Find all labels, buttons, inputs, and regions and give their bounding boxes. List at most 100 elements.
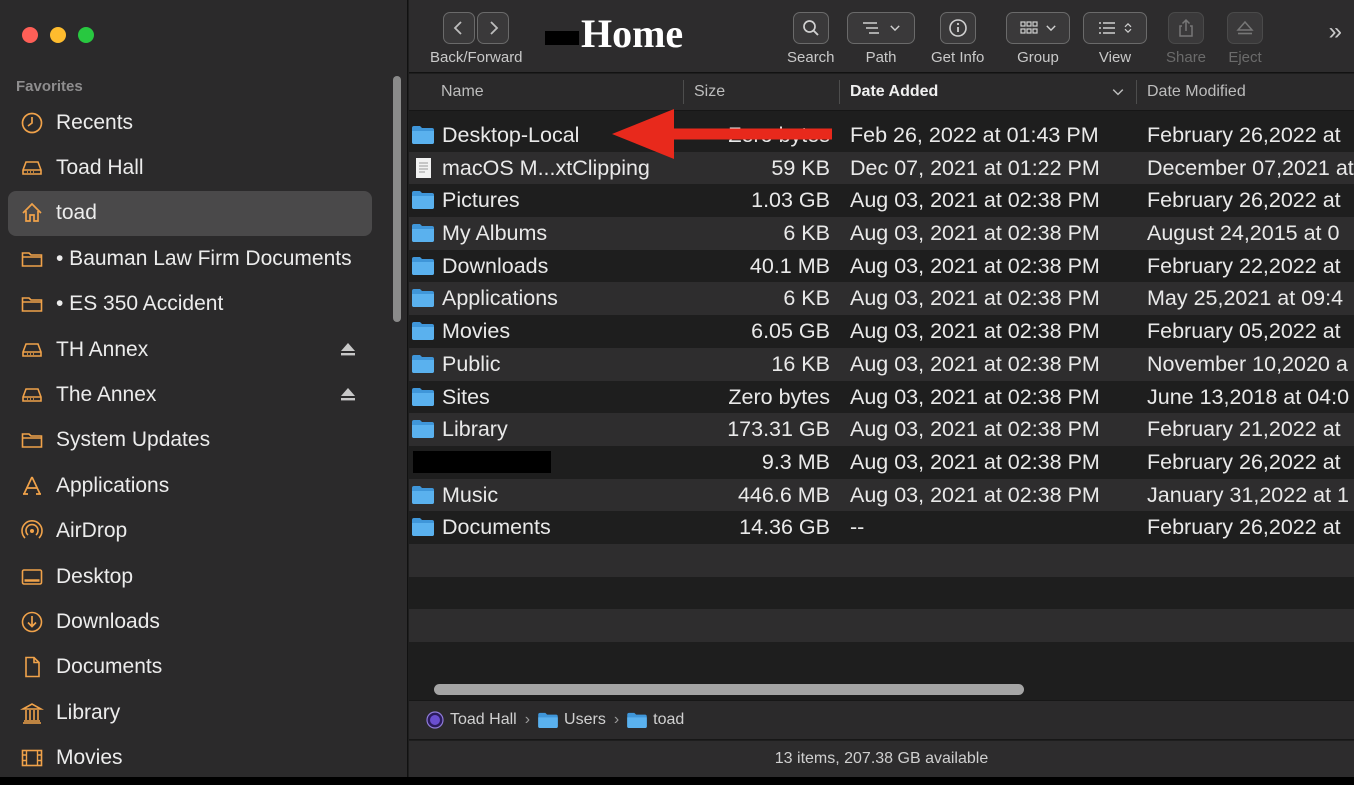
column-header-date-modified[interactable]: Date Modified xyxy=(1147,74,1246,110)
download-icon xyxy=(20,610,44,634)
share-button[interactable] xyxy=(1168,12,1205,44)
folder-icon xyxy=(412,517,434,537)
file-row[interactable]: Desktop-LocalZero bytesFeb 26, 2022 at 0… xyxy=(409,119,1354,152)
share-group: Share xyxy=(1166,12,1206,66)
drive-icon xyxy=(20,338,44,362)
list-view-icon xyxy=(1099,22,1115,34)
window-bottom-edge xyxy=(0,777,1354,785)
sidebar-item-label: Toad Hall xyxy=(56,156,144,180)
file-date-added: -- xyxy=(850,515,865,540)
desktop-icon xyxy=(20,565,44,589)
file-name: Pictures xyxy=(442,188,520,213)
get-info-group: Get Info xyxy=(931,12,984,66)
zoom-window-button[interactable] xyxy=(78,27,94,43)
file-name: Documents xyxy=(442,515,551,540)
sidebar: Favorites Recents Toad Hall toad • Bauman L… xyxy=(0,0,408,785)
file-date-added: Aug 03, 2021 at 02:38 PM xyxy=(850,482,1100,507)
column-divider[interactable] xyxy=(683,80,684,104)
status-text: 13 items, 207.38 GB available xyxy=(774,750,989,767)
file-date-added: Aug 03, 2021 at 02:38 PM xyxy=(850,384,1100,409)
file-date-modified: November 10,2020 a xyxy=(1147,351,1348,376)
path-label: Path xyxy=(865,49,897,66)
column-divider[interactable] xyxy=(1136,80,1137,104)
sidebar-item[interactable]: AirDrop xyxy=(8,509,372,554)
path-segment[interactable]: toad xyxy=(627,711,684,729)
file-row[interactable]: Sites Zero bytes Aug 03, 2021 at 02:38 PM J… xyxy=(409,381,1354,414)
back-button[interactable] xyxy=(443,12,476,44)
get-info-button[interactable] xyxy=(939,12,976,44)
chevron-down-icon xyxy=(1046,25,1056,32)
file-row[interactable]: Public 16 KB Aug 03, 2021 at 02:38 PM Novem… xyxy=(409,347,1354,381)
file-date-added: Aug 03, 2021 at 02:38 PM xyxy=(850,188,1100,213)
sidebar-item[interactable]: • Bauman Law Firm Documents xyxy=(8,236,372,281)
sidebar-item[interactable]: System Updates xyxy=(8,418,372,463)
path-button[interactable] xyxy=(847,12,915,44)
view-button[interactable] xyxy=(1083,12,1147,44)
sort-chevron-down-icon[interactable] xyxy=(1110,74,1126,110)
sidebar-item[interactable]: • ES 350 Accident xyxy=(8,282,372,327)
red-arrow-annotation xyxy=(612,109,832,159)
file-row[interactable]: Library 173.31 GB Aug 03, 2021 at 02:38 PM… xyxy=(409,413,1354,446)
column-header-date-added[interactable]: Date Added xyxy=(850,74,938,110)
minimize-window-button[interactable] xyxy=(50,27,66,43)
file-row[interactable]: Movies 6.05 GB Aug 03, 2021 at 02:38 PM Feb… xyxy=(409,315,1354,348)
column-header-name[interactable]: Name xyxy=(441,74,484,110)
file-row[interactable]: Music 446.6 MB Aug 03, 2021 at 02:38 PM Jan… xyxy=(409,478,1354,512)
sidebar-item[interactable]: Toad Hall xyxy=(8,145,372,190)
path-segment[interactable]: Toad Hall xyxy=(426,711,517,729)
eject-icon xyxy=(1236,20,1254,35)
sidebar-item-label: AirDrop xyxy=(56,519,128,543)
file-size: 40.1 MB xyxy=(749,253,830,278)
folder-icon xyxy=(412,485,434,505)
horizontal-scrollbar[interactable] xyxy=(434,684,1024,695)
file-row[interactable]: Downloads 40.1 MB Aug 03, 2021 at 02:38 PM… xyxy=(409,250,1354,283)
status-bar: 13 items, 207.38 GB available xyxy=(409,741,1354,777)
search-group: Search xyxy=(787,12,835,66)
sidebar-item[interactable]: The Annex xyxy=(8,372,372,417)
folder-icon xyxy=(412,321,434,341)
group-button[interactable] xyxy=(1006,12,1070,44)
window-title-area: Home xyxy=(545,10,683,57)
file-date-modified: February 26,2022 at xyxy=(1147,449,1341,474)
file-row[interactable]: 9.3 MB Aug 03, 2021 at 02:38 PM February 2… xyxy=(409,446,1354,479)
file-row[interactable]: macOS M...xtClipping 59 KB Dec 07, 2021 at… xyxy=(409,151,1354,185)
file-row[interactable]: Pictures 1.03 GB Aug 03, 2021 at 02:38 PM F… xyxy=(409,184,1354,217)
file-name: Sites xyxy=(442,384,490,409)
more-toolbar-items-button[interactable]: » xyxy=(1329,18,1342,46)
file-row[interactable]: Documents 14.36 GB -- February 26,2022 at xyxy=(409,511,1354,544)
up-down-chevron-icon xyxy=(1124,22,1132,34)
eject-icon[interactable] xyxy=(340,386,356,402)
text-clipping-icon xyxy=(412,157,434,178)
sidebar-item-label: toad xyxy=(56,201,97,225)
sidebar-item[interactable]: Documents xyxy=(8,645,372,690)
search-button[interactable] xyxy=(792,12,829,44)
file-name: Library xyxy=(442,417,508,442)
sidebar-item[interactable]: toad xyxy=(8,190,372,237)
sidebar-item[interactable]: Desktop xyxy=(8,554,372,599)
sidebar-item[interactable]: TH Annex xyxy=(8,327,372,372)
film-icon xyxy=(20,746,44,770)
grid-icon xyxy=(1020,21,1038,34)
path-segment[interactable]: Users xyxy=(538,711,606,729)
sidebar-item[interactable]: Downloads xyxy=(8,599,372,644)
sidebar-item[interactable]: Movies xyxy=(8,735,372,780)
file-row[interactable]: My Albums 6 KB Aug 03, 2021 at 02:38 PM Aug… xyxy=(409,217,1354,250)
eject-button[interactable] xyxy=(1227,12,1263,44)
column-divider[interactable] xyxy=(839,80,840,104)
column-header-size[interactable]: Size xyxy=(694,74,725,110)
back-forward-label: Back/Forward xyxy=(430,49,523,66)
file-name: Applications xyxy=(442,286,558,311)
applications-icon xyxy=(20,474,44,498)
sidebar-scrollbar[interactable] xyxy=(393,76,401,322)
sidebar-item[interactable]: Applications xyxy=(8,463,372,508)
file-row[interactable]: Applications 6 KB Aug 03, 2021 at 02:38 PM… xyxy=(409,282,1354,316)
file-size: 6.05 GB xyxy=(751,319,830,344)
file-date-modified: December 07,2021 at xyxy=(1147,155,1354,180)
sidebar-item[interactable]: Recents xyxy=(8,100,372,145)
sidebar-item[interactable]: Library xyxy=(8,690,372,735)
close-window-button[interactable] xyxy=(22,27,38,43)
file-date-modified: February 22,2022 at xyxy=(1147,253,1341,278)
eject-icon[interactable] xyxy=(340,341,356,357)
file-date-added: Aug 03, 2021 at 02:38 PM xyxy=(850,417,1100,442)
forward-button[interactable] xyxy=(477,12,510,44)
